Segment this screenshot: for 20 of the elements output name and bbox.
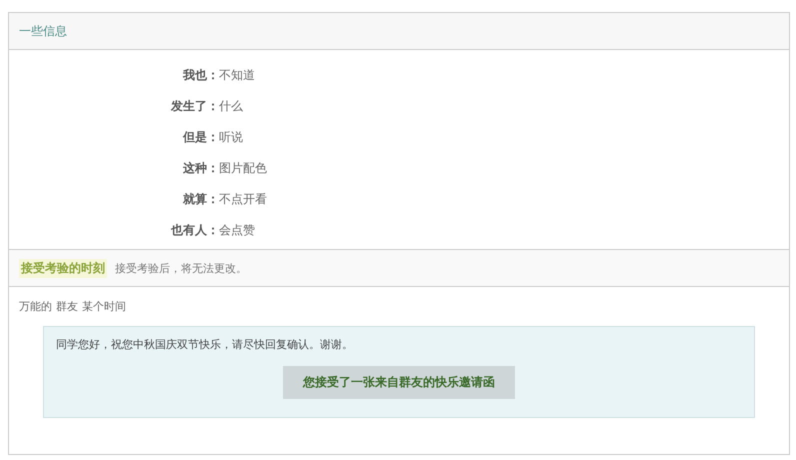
field-label: 我也： — [182, 66, 219, 84]
group-text: 群友 — [56, 299, 78, 314]
message-text: 同学您好，祝您中秋国庆双节快乐，请尽快回复确认。谢谢。 — [56, 337, 354, 352]
field-value: 会点赞 — [219, 222, 256, 238]
section-title: 接受考验的时刻 — [19, 258, 107, 278]
author-text: 万能的 — [19, 299, 52, 314]
field-value: 图片配色 — [219, 160, 268, 176]
field-label: 就算： — [182, 190, 219, 208]
section-note: 接受考验后，将无法更改。 — [115, 260, 247, 276]
time-text: 某个时间 — [82, 299, 126, 314]
field-label: 但是： — [182, 128, 219, 146]
invitation-button[interactable]: 您接受了一张来自群友的快乐邀请函 — [283, 366, 515, 399]
field-label: 这种： — [182, 160, 219, 176]
field-label: 发生了： — [170, 98, 219, 114]
field-value: 听说 — [219, 128, 244, 146]
field-value: 什么 — [219, 98, 244, 114]
field-label: 也有人： — [170, 222, 219, 238]
field-value: 不点开看 — [219, 190, 268, 208]
field-value: 不知道 — [219, 66, 256, 84]
panel-title: 一些信息 — [19, 22, 67, 40]
